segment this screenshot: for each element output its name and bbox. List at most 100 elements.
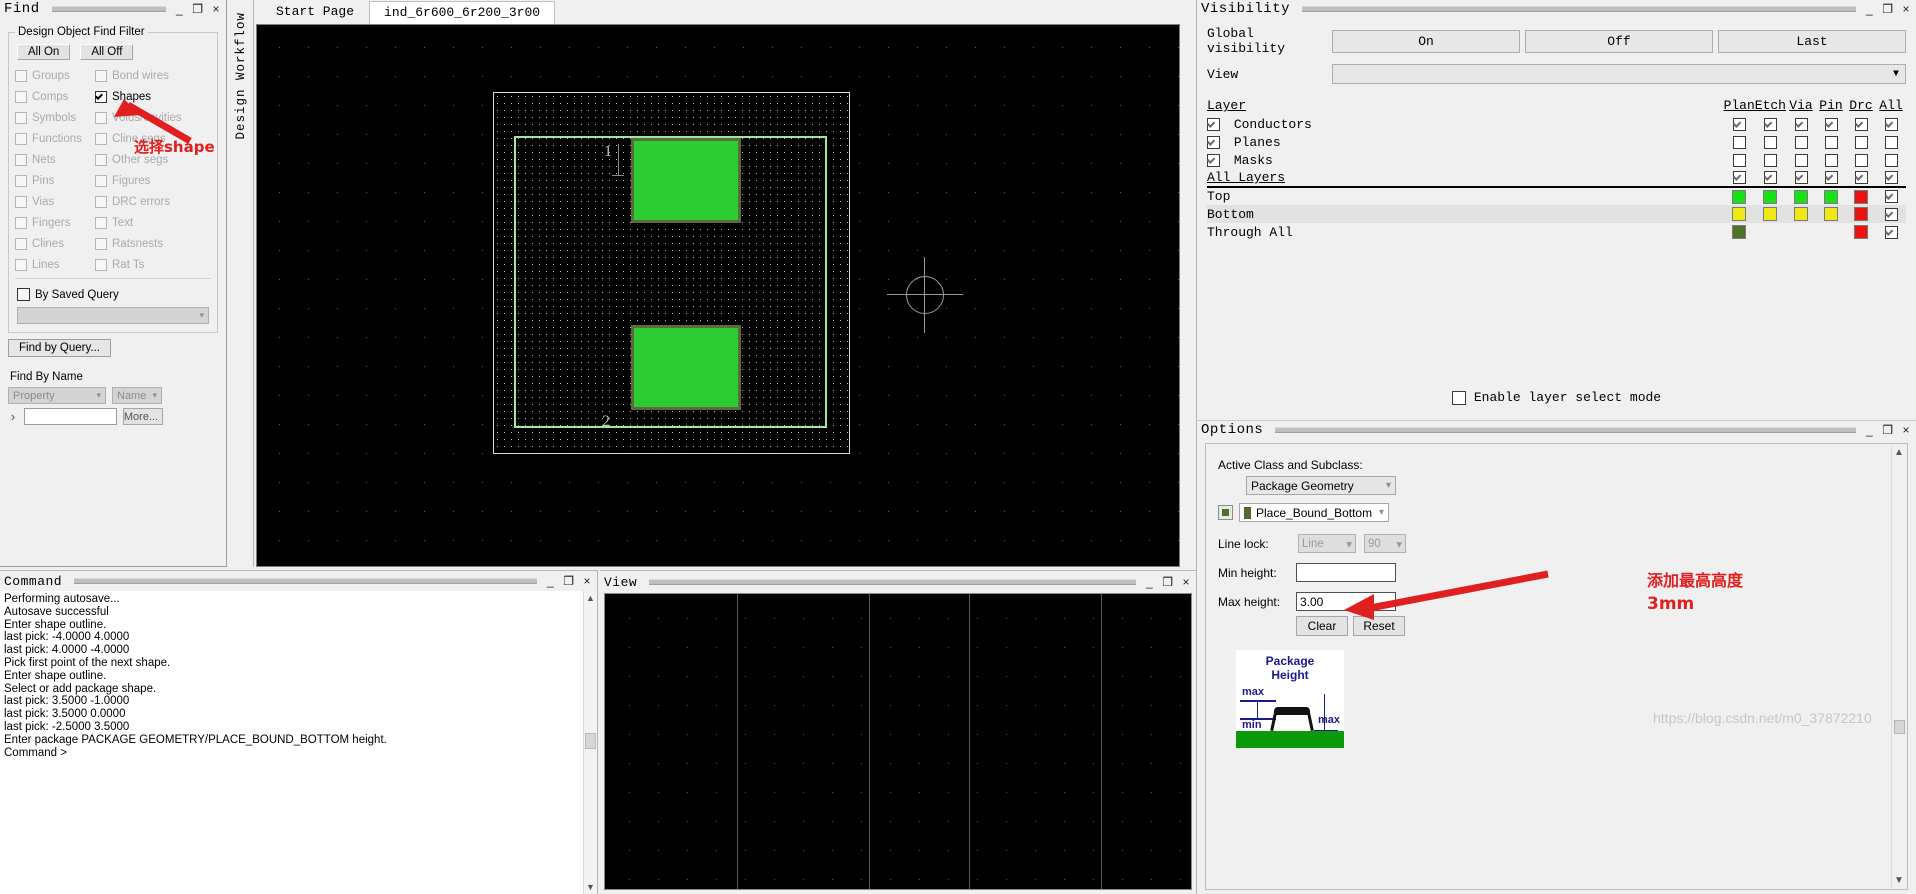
bottom-pin-color-swatch[interactable]: [1824, 207, 1838, 222]
drc-column-header[interactable]: Drc: [1846, 98, 1876, 115]
options-close-icon[interactable]: ×: [1902, 424, 1910, 436]
table-row[interactable]: Bottom: [1207, 205, 1906, 223]
layer-row-planes[interactable]: Planes: [1207, 133, 1724, 151]
masks-drc-checkbox[interactable]: [1854, 153, 1868, 167]
masks-all-checkbox[interactable]: [1884, 153, 1898, 167]
subclass-dropdown[interactable]: Place_Bound_Bottom ▾: [1239, 503, 1389, 522]
filter-pins[interactable]: Pins: [15, 171, 95, 190]
pin-column-header[interactable]: Pin: [1816, 98, 1846, 115]
filter-rat-ts[interactable]: Rat Ts: [95, 255, 211, 274]
top-via-swatch-cell[interactable]: [1786, 186, 1816, 205]
conductors-pin-checkbox-cell[interactable]: [1816, 115, 1846, 133]
filter-other-segs-checkbox[interactable]: [95, 153, 107, 166]
conductors-drc-checkbox[interactable]: [1854, 117, 1868, 131]
table-row[interactable]: Top: [1207, 186, 1906, 205]
layer-row-all-layers[interactable]: All Layers: [1207, 169, 1724, 187]
all-off-button[interactable]: All Off: [80, 44, 134, 60]
planes-plan-checkbox-cell[interactable]: [1724, 133, 1755, 151]
find-close-icon[interactable]: ×: [212, 3, 220, 15]
planes-drc-checkbox[interactable]: [1854, 135, 1868, 149]
view-panel-close-icon[interactable]: ×: [1182, 576, 1190, 588]
active-class-dropdown[interactable]: Package Geometry ▾: [1246, 476, 1396, 495]
layer-row-through-all[interactable]: Through All: [1207, 223, 1724, 241]
via-column-header[interactable]: Via: [1786, 98, 1816, 115]
masks-plan-checkbox[interactable]: [1732, 153, 1746, 167]
filter-groups-checkbox[interactable]: [15, 69, 27, 82]
bottom-etch-color-swatch[interactable]: [1763, 207, 1778, 222]
planes-pin-checkbox[interactable]: [1824, 135, 1838, 149]
filter-ratsnests-checkbox[interactable]: [95, 237, 107, 250]
through-all-all-checkbox[interactable]: [1884, 225, 1898, 239]
line-lock-type-dropdown[interactable]: Line ▾: [1298, 534, 1356, 553]
view-panel-minimize-icon[interactable]: _: [1146, 576, 1153, 588]
global-visibility-on-button[interactable]: On: [1332, 29, 1520, 53]
all-layers-plan-checkbox-cell[interactable]: [1724, 169, 1755, 187]
command-scrollbar-thumb[interactable]: [585, 732, 596, 749]
filter-clines[interactable]: Clines: [15, 234, 95, 253]
all-layers-drc-checkbox[interactable]: [1854, 171, 1868, 185]
all-on-button[interactable]: All On: [17, 44, 71, 60]
all-layers-etch-checkbox[interactable]: [1763, 171, 1777, 185]
through-all-plan-swatch-cell[interactable]: [1724, 223, 1755, 241]
filter-shapes[interactable]: Shapes: [95, 87, 211, 106]
global-visibility-off-button[interactable]: Off: [1525, 29, 1713, 53]
enable-layer-select-checkbox[interactable]: [1451, 390, 1466, 405]
line-lock-angle-dropdown[interactable]: 90 ▾: [1364, 534, 1406, 553]
find-name-input[interactable]: [24, 408, 117, 425]
find-panel-drag-grip[interactable]: [51, 6, 167, 12]
filter-rat-ts-checkbox[interactable]: [95, 258, 107, 271]
top-all-checkbox[interactable]: [1884, 190, 1898, 204]
filter-other-segs[interactable]: Other segs: [95, 150, 211, 169]
layer-row-top[interactable]: Top: [1207, 186, 1724, 205]
by-saved-query-row[interactable]: By Saved Query: [17, 285, 211, 304]
view-panel-restore-icon[interactable]: ❐: [1162, 576, 1173, 588]
planes-all-checkbox-cell[interactable]: [1876, 133, 1906, 151]
property-dropdown[interactable]: Property ▾: [8, 387, 106, 404]
table-row[interactable]: All Layers: [1207, 169, 1906, 187]
filter-groups[interactable]: Groups: [15, 66, 95, 85]
scroll-up-icon[interactable]: ▲: [586, 591, 595, 605]
filter-comps-checkbox[interactable]: [15, 90, 27, 103]
options-scrollbar[interactable]: ▲ ▼: [1891, 445, 1906, 888]
top-all-checkbox-cell[interactable]: [1876, 186, 1906, 205]
planes-pin-checkbox-cell[interactable]: [1816, 133, 1846, 151]
filter-pins-checkbox[interactable]: [15, 174, 27, 187]
max-height-input[interactable]: [1296, 592, 1396, 611]
all-layers-etch-checkbox-cell[interactable]: [1755, 169, 1786, 187]
masks-etch-checkbox-cell[interactable]: [1755, 151, 1786, 169]
bottom-plan-swatch-cell[interactable]: [1723, 205, 1755, 223]
enable-layer-select-row[interactable]: Enable layer select mode: [1197, 390, 1916, 405]
planes-via-checkbox-cell[interactable]: [1786, 133, 1816, 151]
filter-bond-wires[interactable]: Bond wires: [95, 66, 211, 85]
masks-all-checkbox-cell[interactable]: [1876, 151, 1906, 169]
filter-vias-checkbox[interactable]: [15, 195, 27, 208]
options-drag-grip[interactable]: [1275, 427, 1857, 433]
command-prompt-line[interactable]: Command >: [4, 747, 579, 760]
pcb-canvas[interactable]: 1 2: [256, 24, 1180, 567]
find-minimize-icon[interactable]: _: [176, 3, 183, 15]
options-minimize-icon[interactable]: _: [1866, 424, 1873, 436]
command-close-icon[interactable]: ×: [583, 575, 591, 587]
global-visibility-last-button[interactable]: Last: [1718, 29, 1906, 53]
command-log[interactable]: Performing autosave... Autosave successf…: [0, 591, 583, 894]
saved-query-dropdown[interactable]: ▾: [17, 307, 209, 324]
filter-bond-wires-checkbox[interactable]: [95, 69, 107, 82]
masks-drc-checkbox-cell[interactable]: [1846, 151, 1876, 169]
planes-drc-checkbox-cell[interactable]: [1846, 133, 1876, 151]
command-minimize-icon[interactable]: _: [547, 575, 554, 587]
filter-text[interactable]: Text: [95, 213, 211, 232]
filter-fingers-checkbox[interactable]: [15, 216, 27, 229]
options-restore-icon[interactable]: ❐: [1882, 424, 1893, 436]
find-by-query-button[interactable]: Find by Query...: [8, 339, 111, 357]
expand-tree-icon[interactable]: ›: [8, 409, 18, 424]
all-layers-drc-checkbox-cell[interactable]: [1846, 169, 1876, 187]
subclass-color-swatch[interactable]: [1218, 505, 1233, 520]
filter-shapes-checkbox[interactable]: [95, 90, 107, 103]
find-restore-icon[interactable]: ❐: [192, 3, 203, 15]
bottom-all-checkbox-cell[interactable]: [1876, 205, 1906, 223]
more-button[interactable]: More...: [123, 408, 163, 425]
filter-cline-segs[interactable]: Cline segs: [95, 129, 211, 148]
filter-comps[interactable]: Comps: [15, 87, 95, 106]
table-row[interactable]: Planes: [1207, 133, 1906, 151]
filter-nets[interactable]: Nets: [15, 150, 95, 169]
